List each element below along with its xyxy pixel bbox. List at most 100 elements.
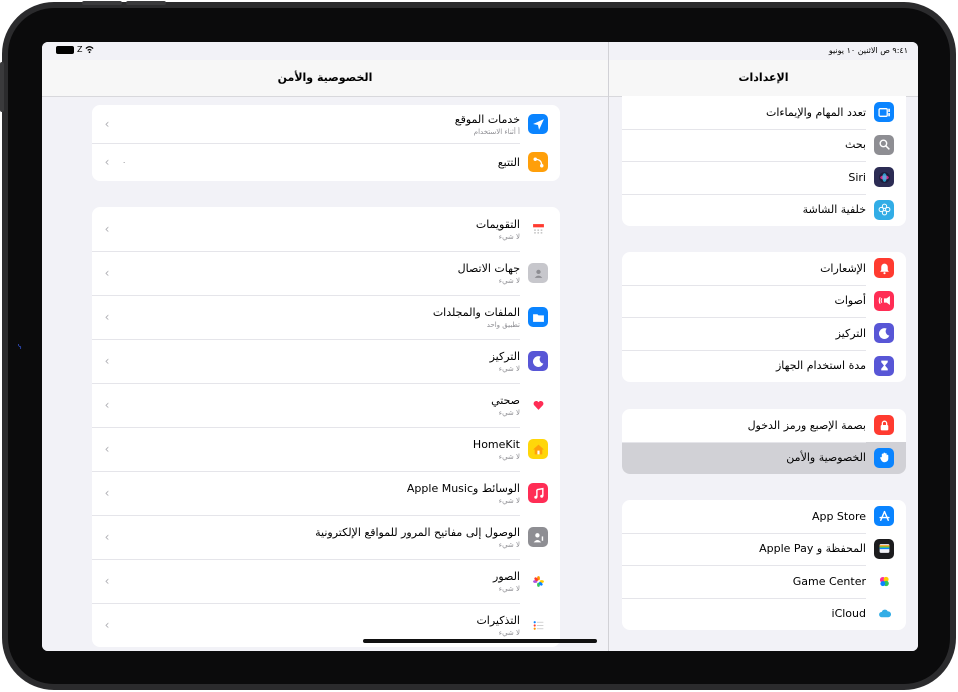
item-title: الخصوصية والأمن — [786, 451, 866, 465]
top-button — [126, 1, 166, 5]
item-title: صحتي — [491, 393, 520, 407]
chevron-left-icon: ‹ — [104, 486, 110, 500]
privacy-item[interactable]: الملفات والمجلدات تطبيق واحد ‹ — [92, 295, 560, 339]
privacy-group: التقويمات لا شيء ‹ جهات الاتصال لا شيء ‹ الملف… — [92, 207, 560, 647]
privacy-item[interactable]: جهات الاتصال لا شيء ‹ — [92, 251, 560, 295]
search-icon — [874, 134, 894, 155]
privacy-item[interactable]: التركيز لا شيء ‹ — [92, 339, 560, 383]
item-title: الوسائط وApple Music — [406, 481, 520, 495]
item-title: التتبع — [497, 155, 520, 169]
settings-item[interactable]: الإشعارات — [622, 252, 906, 285]
wallet-icon — [874, 538, 894, 559]
item-text: أصوات — [634, 294, 867, 308]
settings-item[interactable]: الخصوصية والأمن — [622, 441, 906, 474]
settings-sidebar: الإعدادات تعدد المهام والإيماءات بحث Siri خ… — [609, 42, 918, 651]
item-title: جهات الاتصال — [457, 261, 520, 275]
chevron-left-icon: ‹ — [104, 574, 110, 588]
settings-item[interactable]: بصمة الإصبع ورمز الدخول — [622, 409, 906, 442]
reminders-icon — [528, 615, 548, 635]
item-text: المحفظة و Apple Pay — [634, 542, 866, 555]
privacy-item[interactable]: HomeKit لا شيء ‹ — [92, 427, 560, 471]
item-title: خلفية الشاشة — [802, 203, 866, 217]
item-title: التذكيرات — [476, 613, 520, 627]
item-subtitle: تطبيق واحد — [486, 320, 520, 329]
privacy-group: خدمات الموقع أ أثناء الاستخدام ‹ التتبع ٠ ‹ — [92, 105, 560, 181]
privacy-item[interactable]: التتبع ٠ ‹ — [92, 143, 560, 181]
status-time: ٩:٤١ ص الاثنين ١٠ يونيو — [829, 46, 908, 55]
item-text: مدة استخدام الجهاز — [634, 359, 866, 372]
item-text: HomeKit لا شيء — [122, 438, 520, 461]
hourglass-icon — [874, 355, 894, 376]
settings-item[interactable]: أصوات — [622, 284, 906, 318]
item-subtitle: لا شيء — [498, 628, 520, 637]
chevron-left-icon: ‹ — [104, 155, 110, 169]
settings-item[interactable]: Siri — [622, 161, 906, 194]
folder-icon — [528, 307, 548, 327]
item-title: Game Center — [792, 574, 866, 588]
privacy-item[interactable]: التقويمات لا شيء ‹ — [92, 207, 560, 251]
contacts-icon — [528, 263, 548, 283]
settings-item[interactable]: App Store — [622, 500, 906, 533]
item-title: الصور — [493, 569, 520, 583]
item-text: iCloud — [634, 607, 866, 620]
settings-item[interactable]: تعدد المهام والإيماءات — [622, 96, 906, 129]
settings-item[interactable]: خلفية الشاشة — [622, 193, 906, 227]
privacy-item[interactable]: الوسائط وApple Music لا شيء ‹ — [92, 471, 560, 515]
chevron-left-icon: ‹ — [104, 117, 110, 131]
item-title: بصمة الإصبع ورمز الدخول — [747, 418, 866, 432]
tracking-icon — [528, 152, 548, 172]
item-subtitle: أ أثناء الاستخدام — [473, 127, 520, 136]
status-bar: ٩:٤١ ص الاثنين ١٠ يونيو Z — [42, 42, 918, 60]
item-subtitle: لا شيء — [498, 276, 520, 285]
privacy-item[interactable]: الوصول إلى مفاتيح المرور للمواقع الإلكتر… — [92, 515, 560, 559]
item-subtitle: لا شيء — [498, 540, 520, 549]
settings-item[interactable]: iCloud — [622, 597, 906, 631]
settings-group: بصمة الإصبع ورمز الدخول الخصوصية والأمن — [622, 409, 906, 474]
settings-item[interactable]: التركيز — [622, 317, 906, 350]
item-title: أصوات — [834, 294, 867, 308]
settings-item[interactable]: Game Center — [622, 565, 906, 598]
item-title: بحث — [845, 138, 866, 152]
item-text: تعدد المهام والإيماءات — [634, 106, 866, 119]
settings-item[interactable]: مدة استخدام الجهاز — [622, 349, 906, 383]
speaker-icon — [874, 290, 894, 311]
chevron-left-icon: ‹ — [104, 222, 110, 236]
item-text: App Store — [634, 510, 866, 523]
home-indicator[interactable] — [363, 639, 597, 643]
item-text: بحث — [634, 138, 866, 151]
settings-group: الإشعارات أصوات التركيز مدة استخدام الجهاز — [622, 252, 906, 382]
siri-icon — [874, 167, 894, 188]
privacy-item[interactable]: الصور لا شيء ‹ — [92, 559, 560, 603]
item-subtitle: لا شيء — [498, 232, 520, 241]
privacy-item[interactable]: صحتي لا شيء ‹ — [92, 383, 560, 427]
lock-icon — [874, 415, 894, 436]
music-note-icon — [528, 483, 548, 503]
settings-item[interactable]: بحث — [622, 128, 906, 162]
photos-flower-icon — [528, 571, 548, 591]
item-title: المحفظة و Apple Pay — [759, 542, 866, 556]
calendar-icon — [528, 219, 548, 239]
settings-item[interactable]: المحفظة و Apple Pay — [622, 532, 906, 566]
item-title: التركيز — [835, 326, 866, 340]
privacy-navbar: الخصوصية والأمن — [42, 60, 608, 97]
item-text: الوصول إلى مفاتيح المرور للمواقع الإلكتر… — [122, 526, 520, 549]
item-title: الوصول إلى مفاتيح المرور للمواقع الإلكتر… — [315, 525, 520, 539]
app-store-icon — [874, 506, 894, 527]
item-subtitle: لا شيء — [498, 408, 520, 417]
home-icon — [528, 439, 548, 459]
multitasking-icon — [874, 102, 894, 123]
privacy-item[interactable]: خدمات الموقع أ أثناء الاستخدام ‹ — [92, 105, 560, 143]
item-title: الملفات والمجلدات — [432, 305, 520, 319]
moon-icon — [528, 351, 548, 371]
heart-icon — [528, 395, 548, 415]
settings-group: App Store المحفظة و Apple Pay Game Center i… — [622, 500, 906, 630]
item-text: خلفية الشاشة — [634, 203, 866, 216]
item-title: تعدد المهام والإيماءات — [765, 105, 866, 119]
item-text: الإشعارات — [634, 262, 866, 275]
privacy-pane: الخصوصية والأمن خدمات الموقع أ أثناء الاس… — [42, 42, 608, 651]
item-text: التذكيرات لا شيء — [122, 614, 520, 637]
side-marker: ᓭ — [18, 344, 22, 351]
item-text: خدمات الموقع أ أثناء الاستخدام — [122, 113, 520, 136]
item-subtitle: لا شيء — [498, 584, 520, 593]
item-text: التقويمات لا شيء — [122, 218, 520, 241]
